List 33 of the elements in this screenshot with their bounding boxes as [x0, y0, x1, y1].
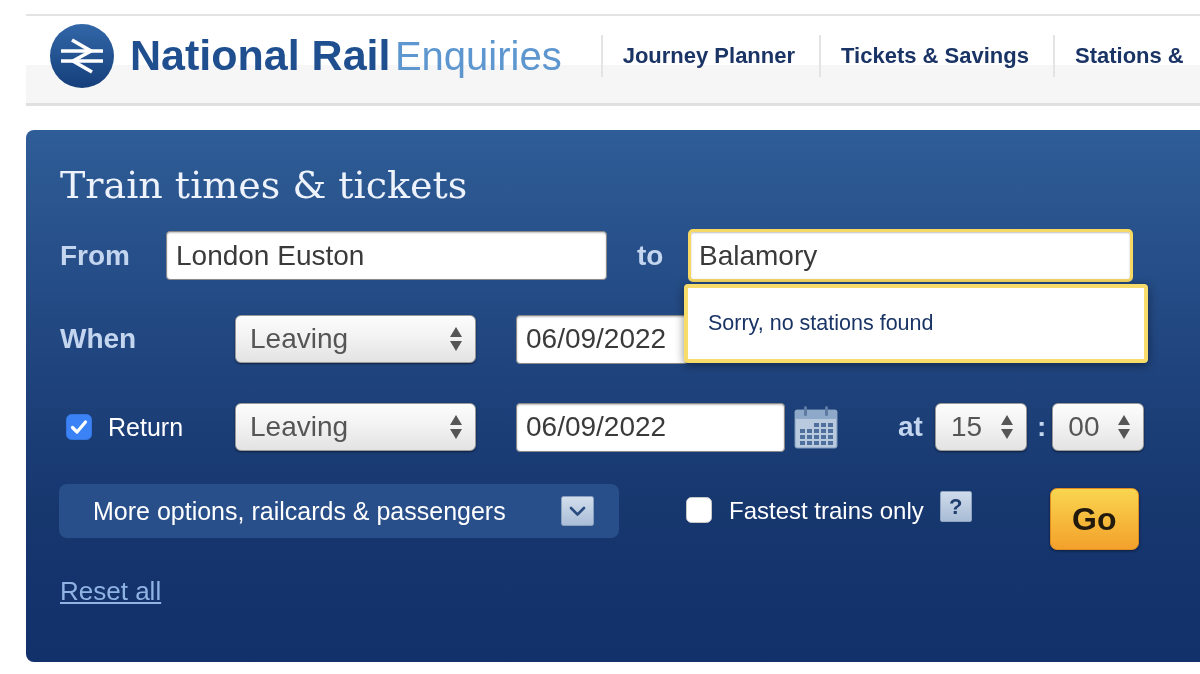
when-label: When — [60, 323, 138, 355]
fastest-trains-label: Fastest trains only — [729, 497, 924, 525]
calendar-icon[interactable] — [794, 405, 838, 449]
to-station-input[interactable]: Balamory — [688, 229, 1133, 282]
panel-title: Train times & tickets — [60, 166, 468, 204]
logo-wordmark: National Rail Enquiries — [130, 34, 562, 77]
more-options-button[interactable]: More options, railcards & passengers — [59, 484, 619, 538]
checkbox[interactable] — [66, 414, 92, 440]
up-down-arrows-icon — [449, 414, 463, 440]
hour-select[interactable]: 15 — [935, 403, 1027, 451]
reset-all-link[interactable]: Reset all — [60, 576, 162, 607]
to-label: to — [637, 239, 665, 272]
double-arrow-logo-icon — [50, 23, 114, 88]
go-button[interactable]: Go — [1049, 488, 1139, 550]
nav-link[interactable]: Journey Planner — [602, 42, 820, 69]
minute-select[interactable]: 00 — [1052, 403, 1145, 451]
help-button[interactable]: ? — [939, 491, 972, 522]
date-input[interactable]: 06/09/2022 — [516, 402, 785, 452]
from-station-input[interactable]: London Euston — [166, 231, 607, 280]
leaving-select[interactable]: Leaving — [235, 315, 476, 363]
no-results-message: Sorry, no stations found — [708, 311, 934, 336]
time-separator: : — [1037, 411, 1047, 443]
return-label: Return — [108, 413, 184, 441]
up-down-arrows-icon — [449, 326, 463, 352]
up-down-arrows-icon — [1000, 414, 1014, 440]
leaving-select[interactable]: Leaving — [235, 403, 476, 451]
up-down-arrows-icon — [1117, 414, 1132, 440]
nav-link[interactable]: Stations & — [1054, 42, 1184, 69]
nav-link[interactable]: Tickets & Savings — [821, 42, 1053, 69]
from-label: From — [60, 239, 131, 272]
checkbox[interactable] — [686, 497, 712, 523]
date-input[interactable]: 06/09/2022 — [516, 314, 688, 364]
at-label: at — [898, 411, 924, 443]
